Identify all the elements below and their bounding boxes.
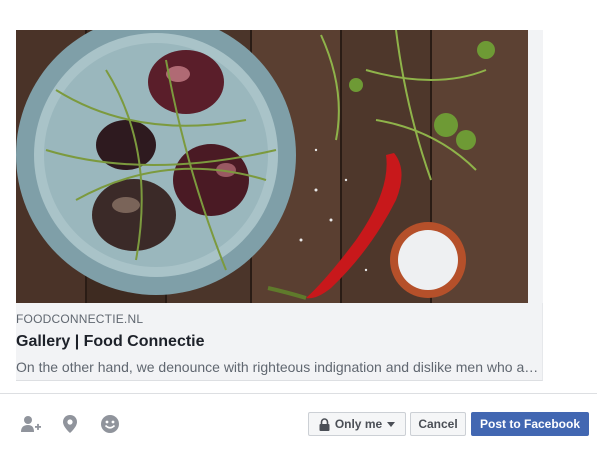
chevron-down-icon: [387, 421, 396, 427]
privacy-selector[interactable]: Only me: [308, 412, 406, 436]
cancel-button[interactable]: Cancel: [410, 412, 466, 436]
location-icon[interactable]: [59, 413, 81, 435]
lock-icon: [319, 417, 330, 431]
image-side-gutter: [528, 30, 543, 303]
link-preview-image[interactable]: [16, 30, 528, 303]
privacy-label: Only me: [334, 417, 383, 431]
link-description: On the other hand, we denounce with righ…: [16, 359, 541, 375]
link-preview-card[interactable]: FOODCONNECTIE.NL Gallery | Food Connecti…: [16, 30, 543, 381]
link-title[interactable]: Gallery | Food Connectie: [16, 332, 543, 352]
post-to-facebook-button[interactable]: Post to Facebook: [471, 412, 589, 436]
tag-friends-icon[interactable]: [20, 413, 42, 435]
link-preview-meta[interactable]: FOODCONNECTIE.NL Gallery | Food Connecti…: [16, 312, 543, 376]
feeling-icon[interactable]: [99, 413, 121, 435]
composer-divider: [0, 393, 597, 394]
link-domain: FOODCONNECTIE.NL: [16, 312, 144, 326]
